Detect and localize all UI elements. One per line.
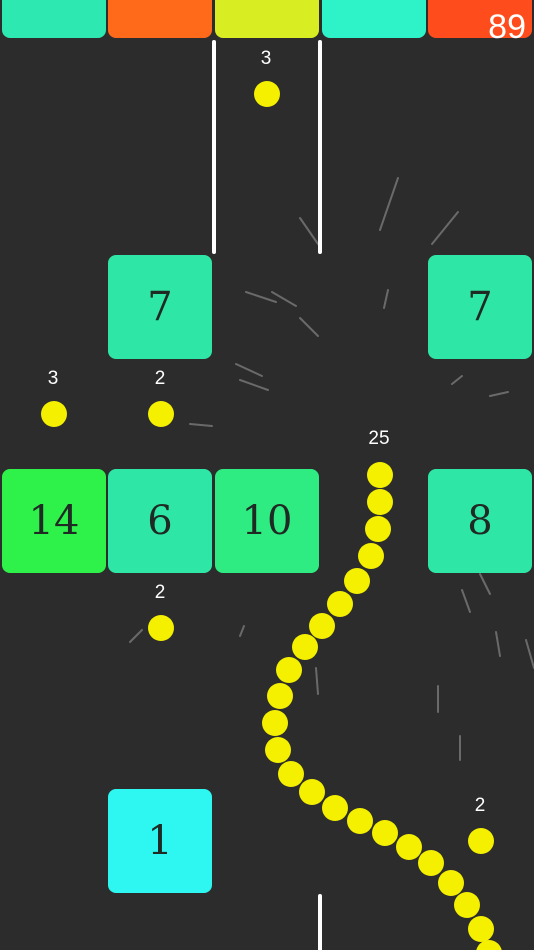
snake-head <box>367 462 393 488</box>
score-counter: 89 <box>488 8 526 46</box>
snake-segment <box>309 613 335 639</box>
pickup-count: 3 <box>47 368 59 389</box>
block-value: 14 <box>28 498 80 544</box>
snake-segment <box>276 657 302 683</box>
block: 14 <box>2 469 106 573</box>
snake-segment <box>292 634 318 660</box>
snake-segment <box>278 761 304 787</box>
block-value: 7 <box>147 284 173 330</box>
block-value: 28 <box>242 0 293 9</box>
block-value: 1 <box>147 818 173 864</box>
snake-segment <box>347 808 373 834</box>
block: 8 <box>322 0 426 38</box>
block: 6 <box>2 0 106 38</box>
block: 8 <box>428 469 532 573</box>
block: 1 <box>108 789 212 893</box>
pickup-count: 2 <box>474 795 486 816</box>
block-value: 7 <box>467 284 493 330</box>
snake-segment <box>262 710 288 736</box>
block: 7 <box>428 255 532 359</box>
block-value: 6 <box>41 0 66 9</box>
snake-length: 25 <box>368 428 390 449</box>
block-value: 8 <box>361 0 386 9</box>
block-value: 6 <box>147 498 173 544</box>
snake-segment <box>454 892 480 918</box>
block: 10 <box>215 469 319 573</box>
snake-segment <box>396 834 422 860</box>
wall-divider <box>318 894 322 950</box>
wall-divider <box>212 40 216 254</box>
pickup-count: 3 <box>260 48 272 69</box>
ball-pickup <box>148 615 174 641</box>
snake-segment <box>322 795 348 821</box>
wall-divider <box>318 40 322 254</box>
block: 11 <box>108 0 212 38</box>
snake-segment <box>468 916 494 942</box>
snake-segment <box>367 489 393 515</box>
block-value: 8 <box>467 498 493 544</box>
snake-segment <box>365 516 391 542</box>
block: 28 <box>215 0 319 38</box>
snake-segment <box>358 543 384 569</box>
snake-segment <box>265 737 291 763</box>
pickup-count: 2 <box>154 368 166 389</box>
ball-pickup <box>148 401 174 427</box>
block: 6 <box>108 469 212 573</box>
snake-segment <box>267 683 293 709</box>
ball-pickup <box>468 828 494 854</box>
snake-segment <box>327 591 353 617</box>
block-value: 11 <box>135 0 186 9</box>
pickup-count: 2 <box>154 582 166 603</box>
snake-segment <box>438 870 464 896</box>
ball-pickup <box>254 81 280 107</box>
snake-segment <box>418 850 444 876</box>
snake-segment <box>299 779 325 805</box>
game-board[interactable]: 89 6 11 28 8 18 3 7 7 3 2 14 6 10 8 2 1 … <box>0 0 534 950</box>
snake-segment <box>372 820 398 846</box>
snake-segment <box>344 568 370 594</box>
block: 7 <box>108 255 212 359</box>
ball-pickup <box>41 401 67 427</box>
block-value: 10 <box>241 498 293 544</box>
